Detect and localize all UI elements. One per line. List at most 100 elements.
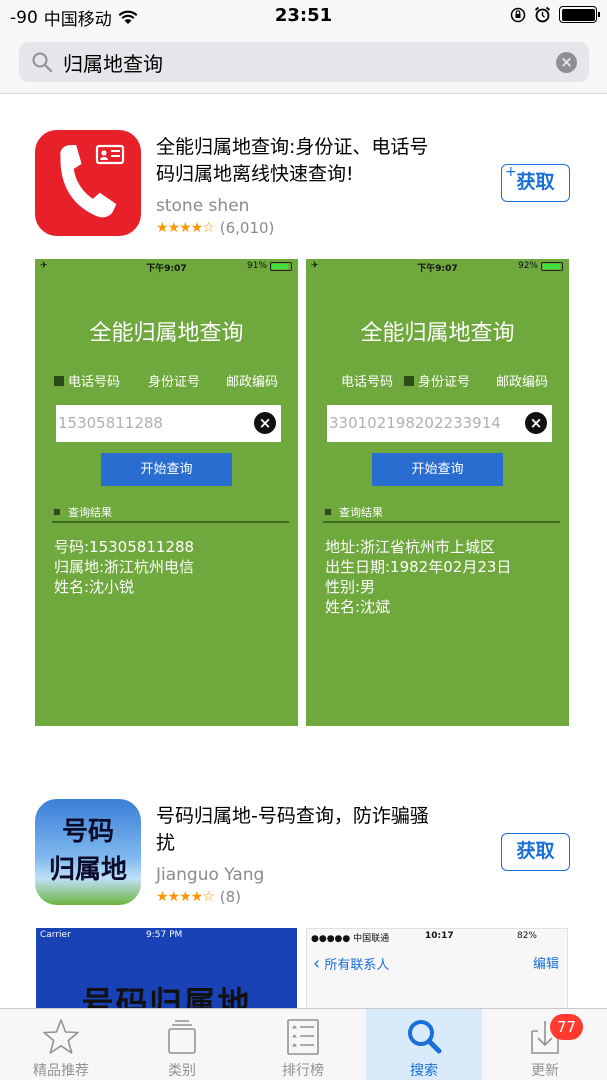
tab-bar: 精品推荐 类别 排行榜 搜索 77 更新 bbox=[0, 1008, 607, 1080]
input-value: 330102198202233914 bbox=[329, 414, 501, 432]
tab-label: 搜索 bbox=[410, 1063, 438, 1079]
categories-icon bbox=[168, 1020, 196, 1054]
app-developer: Jianguo Yang bbox=[156, 865, 265, 885]
plus-icon: + bbox=[505, 164, 517, 180]
screenshot-input: 330102198202233914 × bbox=[327, 405, 552, 442]
phone-id-icon bbox=[60, 144, 125, 218]
screenshot-carrier: Carrier bbox=[40, 930, 71, 940]
get-button-label: 获取 bbox=[516, 171, 555, 193]
tab-label: 更新 bbox=[531, 1063, 559, 1079]
input-value: 15305811288 bbox=[58, 414, 163, 432]
tab-label: 精品推荐 bbox=[33, 1063, 89, 1079]
option-label: 电话号码 bbox=[68, 375, 121, 390]
battery-icon bbox=[270, 261, 292, 271]
app-developer: stone shen bbox=[156, 196, 250, 216]
app-title[interactable]: 全能归属地查询:身份证、电话号 码归属地离线快速查询! bbox=[156, 134, 476, 188]
clear-icon: × bbox=[525, 412, 547, 434]
list-icon bbox=[287, 1019, 319, 1055]
result-line: 出生日期:1982年02月23日 bbox=[325, 558, 512, 576]
app-title-line1: 号码归属地-号码查询，防诈骗骚 bbox=[156, 805, 429, 827]
result-label: 查询结果 bbox=[54, 504, 112, 520]
updates-badge: 77 bbox=[550, 1014, 583, 1040]
app-title[interactable]: 号码归属地-号码查询，防诈骗骚 扰 bbox=[156, 803, 476, 857]
screenshot-battery-pct: 82% bbox=[516, 931, 537, 941]
clear-icon: × bbox=[254, 412, 276, 434]
divider bbox=[52, 521, 289, 523]
screenshot-time: 9:57 PM bbox=[146, 930, 183, 940]
screenshot-title: 全能归属地查询 bbox=[360, 321, 515, 346]
option-postal: 邮政编码 bbox=[496, 371, 548, 390]
search-field[interactable]: × bbox=[19, 42, 589, 82]
tab-updates[interactable]: 77 更新 bbox=[487, 1009, 603, 1080]
icon-text-line1: 号码 bbox=[61, 817, 114, 847]
tab-categories[interactable]: 类别 bbox=[124, 1009, 240, 1080]
search-icon bbox=[408, 1020, 442, 1054]
search-input[interactable] bbox=[63, 42, 533, 82]
edit-nav: 编辑 bbox=[532, 957, 559, 972]
query-button: 开始查询 bbox=[101, 453, 232, 486]
option-label: 邮政编码 bbox=[496, 375, 549, 390]
app-icon-phone[interactable] bbox=[35, 130, 141, 236]
option-postal: 邮政编码 bbox=[226, 371, 278, 390]
result-line: 归属地:浙江杭州电信 bbox=[54, 558, 195, 576]
icon-text: 号码 归属地 bbox=[35, 813, 141, 889]
screenshot-battery-pct: 92% bbox=[517, 261, 538, 271]
search-bar: × bbox=[0, 32, 607, 94]
get-button-label: 获取 bbox=[516, 840, 555, 862]
divider bbox=[323, 521, 560, 523]
clear-search-icon[interactable]: × bbox=[556, 52, 577, 73]
app-screenshot-2[interactable]: ✈ 下午9:07 92% 全能归属地查询 电话号码 身份证号 邮政编码 3301… bbox=[306, 259, 569, 726]
result-label-text: 查询结果 bbox=[68, 506, 112, 519]
app2-screenshot-2[interactable]: ●●●●● 中国联通 10:17 82% ‹ 所有联系人 编辑 bbox=[306, 928, 568, 1018]
app-icon-number[interactable]: 号码 归属地 bbox=[35, 799, 141, 905]
app-title-line2: 码归属地离线快速查询! bbox=[156, 163, 354, 185]
result-line: 姓名:沈小锐 bbox=[54, 578, 135, 596]
result-line: 号码:15305811288 bbox=[54, 538, 195, 556]
get-button[interactable]: + 获取 bbox=[501, 164, 570, 202]
result-text: 号码:15305811288 归属地:浙江杭州电信 姓名:沈小锐 bbox=[54, 537, 194, 597]
tab-label: 排行榜 bbox=[282, 1063, 324, 1079]
screenshot-input: 15305811288 × bbox=[56, 405, 281, 442]
screenshot-title: 全能归属地查询 bbox=[89, 321, 244, 346]
screenshot-status-bar: Carrier 9:57 PM bbox=[36, 928, 297, 942]
search-icon bbox=[32, 52, 53, 73]
query-button: 开始查询 bbox=[372, 453, 503, 486]
app-title-line2: 扰 bbox=[156, 832, 176, 854]
orientation-lock-icon bbox=[510, 7, 526, 22]
status-bar: -90 中国移动 23:51 bbox=[0, 0, 607, 32]
result-text: 地址:浙江省杭州市上城区 出生日期:1982年02月23日 性别:男 姓名:沈斌 bbox=[325, 537, 511, 617]
screenshot-carrier: ●●●●● 中国联通 bbox=[311, 934, 390, 944]
chevron-left-icon: ‹ bbox=[313, 953, 321, 974]
screenshot-battery-pct: 91% bbox=[246, 261, 267, 271]
result-label-text: 查询结果 bbox=[339, 506, 383, 519]
tab-charts[interactable]: 排行榜 bbox=[245, 1009, 361, 1080]
option-phone: 电话号码 bbox=[54, 371, 120, 390]
app2-screenshot-1[interactable]: Carrier 9:57 PM 号码归属地 bbox=[36, 928, 297, 1018]
option-label: 身份证号 bbox=[148, 375, 201, 390]
rating-count: (6,010) bbox=[219, 219, 275, 237]
tab-search[interactable]: 搜索 bbox=[366, 1009, 482, 1080]
tab-label: 类别 bbox=[168, 1063, 196, 1079]
option-label: 身份证号 bbox=[418, 375, 471, 390]
checkbox-icon bbox=[54, 375, 64, 386]
alarm-icon bbox=[534, 6, 551, 23]
result-line: 地址:浙江省杭州市上城区 bbox=[325, 538, 496, 556]
option-id: 身份证号 bbox=[148, 371, 200, 390]
app-rating: ★★★★☆ (8) bbox=[156, 888, 241, 906]
get-button[interactable]: 获取 bbox=[501, 833, 570, 871]
screenshot-time: 10:17 bbox=[425, 931, 454, 941]
star-icon bbox=[43, 1019, 79, 1054]
checkbox-icon bbox=[404, 375, 414, 386]
app-screenshot-1[interactable]: ✈ 下午9:07 91% 全能归属地查询 电话号码 身份证号 邮政编码 1530… bbox=[35, 259, 298, 726]
screenshot-status-bar: ●●●●● 中国联通 10:17 82% bbox=[307, 929, 567, 944]
app-title-line1: 全能归属地查询:身份证、电话号 bbox=[156, 136, 429, 158]
option-label: 邮政编码 bbox=[226, 375, 279, 390]
option-label: 电话号码 bbox=[341, 375, 394, 390]
tab-featured[interactable]: 精品推荐 bbox=[3, 1009, 119, 1080]
star-rating-icon: ★★★★☆ bbox=[156, 220, 215, 236]
result-line: 性别:男 bbox=[325, 578, 376, 596]
result-line: 姓名:沈斌 bbox=[325, 598, 391, 616]
app-rating: ★★★★☆ (6,010) bbox=[156, 219, 274, 237]
screenshot-status-bar: ✈ 下午9:07 91% bbox=[35, 259, 298, 275]
battery-icon bbox=[541, 261, 563, 271]
